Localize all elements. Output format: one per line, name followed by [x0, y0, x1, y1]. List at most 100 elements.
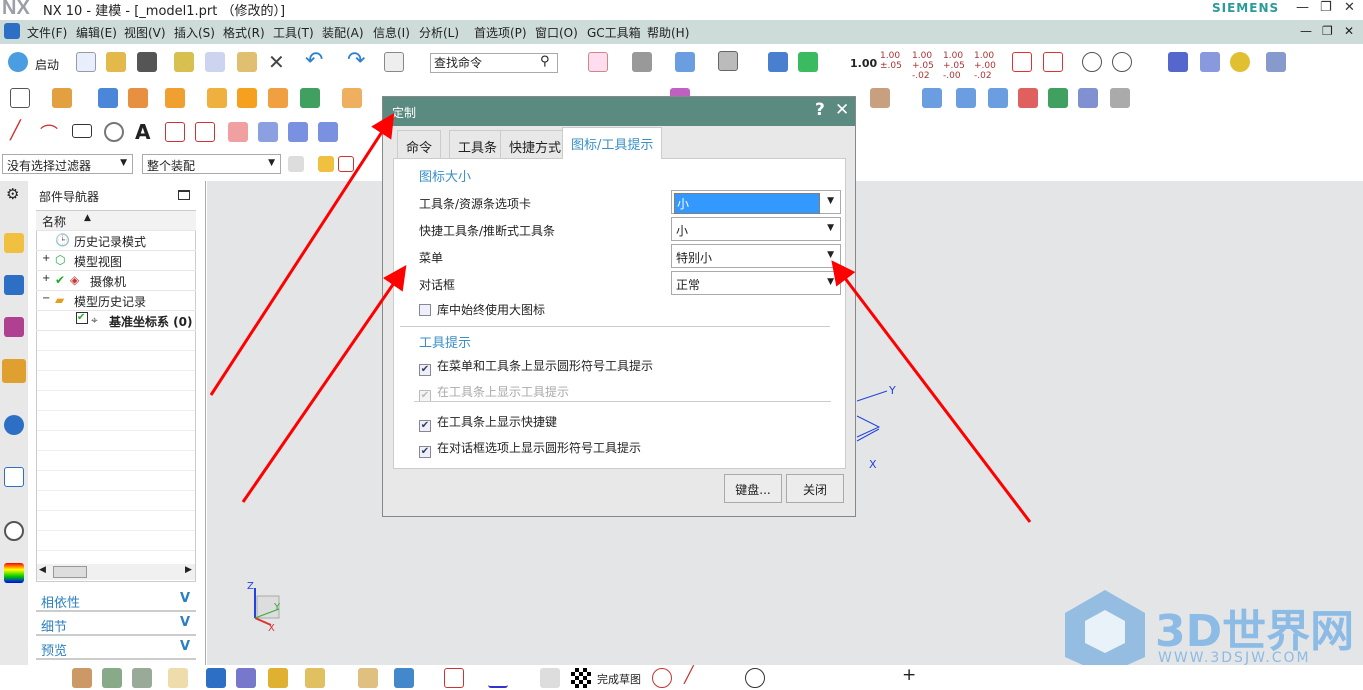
arc-icon[interactable]: ⌒ [40, 120, 58, 146]
snap-point-icon[interactable] [338, 156, 354, 172]
disk-spring-icon[interactable] [1230, 52, 1250, 72]
doc-minimize-icon[interactable]: — [1300, 24, 1312, 38]
column-header-name[interactable]: 名称 ▲ [36, 211, 196, 231]
menu-format[interactable]: 格式(R) [223, 24, 265, 41]
redo-icon[interactable]: ↷ [347, 48, 365, 73]
constraint-navigator-icon[interactable] [4, 275, 24, 295]
patch-icon[interactable] [988, 88, 1008, 108]
layer-settings-icon[interactable] [132, 668, 152, 688]
dialog-tooltips-checkbox[interactable]: ✔ 在对话框选项上显示圆形符号工具提示 [419, 439, 641, 458]
filter-icon[interactable] [288, 156, 304, 172]
diameter-2-icon[interactable] [1112, 52, 1132, 72]
line-icon[interactable]: ╱ [10, 120, 21, 141]
round-tooltips-checkbox[interactable]: ✔ 在菜单和工具条上显示圆形符号工具提示 [419, 357, 653, 376]
move-icon[interactable] [798, 52, 818, 72]
menu-preferences[interactable]: 首选项(P) [474, 24, 527, 41]
menu-insert[interactable]: 插入(S) [174, 24, 215, 41]
delete-icon[interactable]: ✕ [268, 50, 285, 74]
sweep-icon[interactable] [1048, 88, 1068, 108]
hatch-icon[interactable] [444, 668, 464, 688]
note-icon[interactable] [168, 668, 188, 688]
sketch-icon[interactable] [540, 668, 560, 688]
view-orient-icon[interactable] [632, 52, 652, 72]
shortcut-keys-checkbox[interactable]: ✔ 在工具条上显示快捷键 [419, 413, 557, 432]
menu-analysis[interactable]: 分析(L) [419, 24, 459, 41]
rectangle-icon[interactable] [10, 88, 30, 108]
tree-item[interactable]: + ✔ ◈ 摄像机 [36, 271, 196, 291]
doc-restore-icon[interactable]: ❐ [1322, 24, 1333, 38]
minimize-icon[interactable]: — [1296, 0, 1309, 15]
dim-nominal[interactable]: 1.00 [850, 57, 877, 70]
helix-icon[interactable] [104, 122, 124, 142]
selection-filter-select[interactable]: 没有选择过滤器 ▼ [2, 154, 133, 174]
assembly-navigator-icon[interactable] [4, 233, 24, 253]
project-icon[interactable] [228, 122, 248, 142]
web-browser-icon[interactable] [4, 415, 24, 435]
grid-icon[interactable] [956, 88, 976, 108]
text-icon[interactable]: A [135, 120, 150, 144]
maximize-icon[interactable] [178, 190, 190, 200]
extract-icon[interactable] [288, 122, 308, 142]
offset-curve-icon[interactable] [195, 122, 215, 142]
finish-flag-icon[interactable] [571, 668, 591, 688]
tree-item[interactable]: − ▰ 模型历史记录 [36, 291, 196, 311]
delete-spring-icon[interactable] [1266, 52, 1286, 72]
undo-icon[interactable]: ↶ [305, 48, 323, 73]
snap-icon[interactable] [318, 156, 334, 172]
bridge-icon[interactable] [318, 122, 338, 142]
start-label[interactable]: 启动 [35, 56, 59, 73]
toolbar-size-select[interactable]: 小 ▼ [671, 190, 841, 214]
scroll-thumb[interactable] [53, 566, 87, 578]
collapse-icon[interactable]: − [42, 293, 50, 304]
part-navigator-icon[interactable] [4, 317, 24, 337]
dialog-title-bar[interactable]: 定制 ? ✕ [383, 97, 855, 126]
tree-item[interactable]: ✔ ⌖ 基准坐标系 (0) [36, 311, 196, 331]
sketch-rectangle-icon[interactable] [72, 124, 92, 138]
cut-icon[interactable] [174, 52, 194, 72]
clock-icon[interactable] [4, 521, 24, 541]
render-icon[interactable] [394, 668, 414, 688]
extrude-icon[interactable] [52, 88, 72, 108]
curve-net-icon[interactable] [1018, 88, 1038, 108]
menu-edit[interactable]: 编辑(E) [76, 24, 117, 41]
point-icon[interactable]: + [902, 665, 916, 685]
dim-tolerance-3[interactable]: 1.00 +.05 -.00 [943, 51, 969, 81]
close-icon[interactable]: ✕ [1344, 0, 1355, 15]
tree-item[interactable]: 🕒 历史记录模式 [36, 231, 196, 251]
window-icon[interactable] [384, 52, 404, 72]
palette-icon[interactable] [358, 668, 378, 688]
assembly-scope-select[interactable]: 整个装配 ▼ [142, 154, 281, 174]
orient-icon[interactable] [768, 52, 788, 72]
fit-icon[interactable] [588, 52, 608, 72]
preview-panel[interactable]: 预览 V [36, 637, 196, 660]
array-icon[interactable] [237, 88, 257, 108]
background-icon[interactable] [718, 51, 738, 71]
quick-toolbar-size-select[interactable]: 小 ▼ [671, 217, 841, 241]
tab-shortcuts[interactable]: 快捷方式 [500, 130, 571, 158]
new-icon[interactable] [76, 52, 96, 72]
scroll-right-icon[interactable]: ▶ [185, 565, 192, 575]
menu-gc-toolbox[interactable]: GC工具箱 [587, 24, 641, 41]
tree-item[interactable]: + ⬡ 模型视图 [36, 251, 196, 271]
find-command-input[interactable] [430, 53, 558, 73]
role-icon[interactable] [4, 563, 24, 583]
sweep-2-icon[interactable] [1078, 88, 1098, 108]
blend-icon[interactable] [870, 88, 890, 108]
menu-file[interactable]: 文件(F) [27, 24, 67, 41]
mirror-icon[interactable] [207, 88, 227, 108]
scroll-left-icon[interactable]: ◀ [39, 565, 46, 575]
search-icon[interactable]: ⚲ [540, 54, 550, 69]
horizontal-scrollbar[interactable]: ◀ ▶ [37, 564, 195, 580]
dependencies-panel[interactable]: 相依性 V [36, 589, 196, 612]
menu-view[interactable]: 视图(V) [124, 24, 166, 41]
pad-icon[interactable] [128, 88, 148, 108]
expand-icon[interactable]: + [42, 253, 50, 264]
menu-help[interactable]: 帮助(H) [647, 24, 689, 41]
unite-icon[interactable] [268, 88, 288, 108]
reuse-library-icon[interactable] [2, 359, 26, 383]
save-icon[interactable] [137, 52, 157, 72]
open-icon[interactable] [106, 52, 126, 72]
radius-icon[interactable] [1012, 52, 1032, 72]
menu-size-select[interactable]: 特别小 ▼ [671, 244, 841, 268]
edit-icon[interactable] [236, 668, 256, 688]
